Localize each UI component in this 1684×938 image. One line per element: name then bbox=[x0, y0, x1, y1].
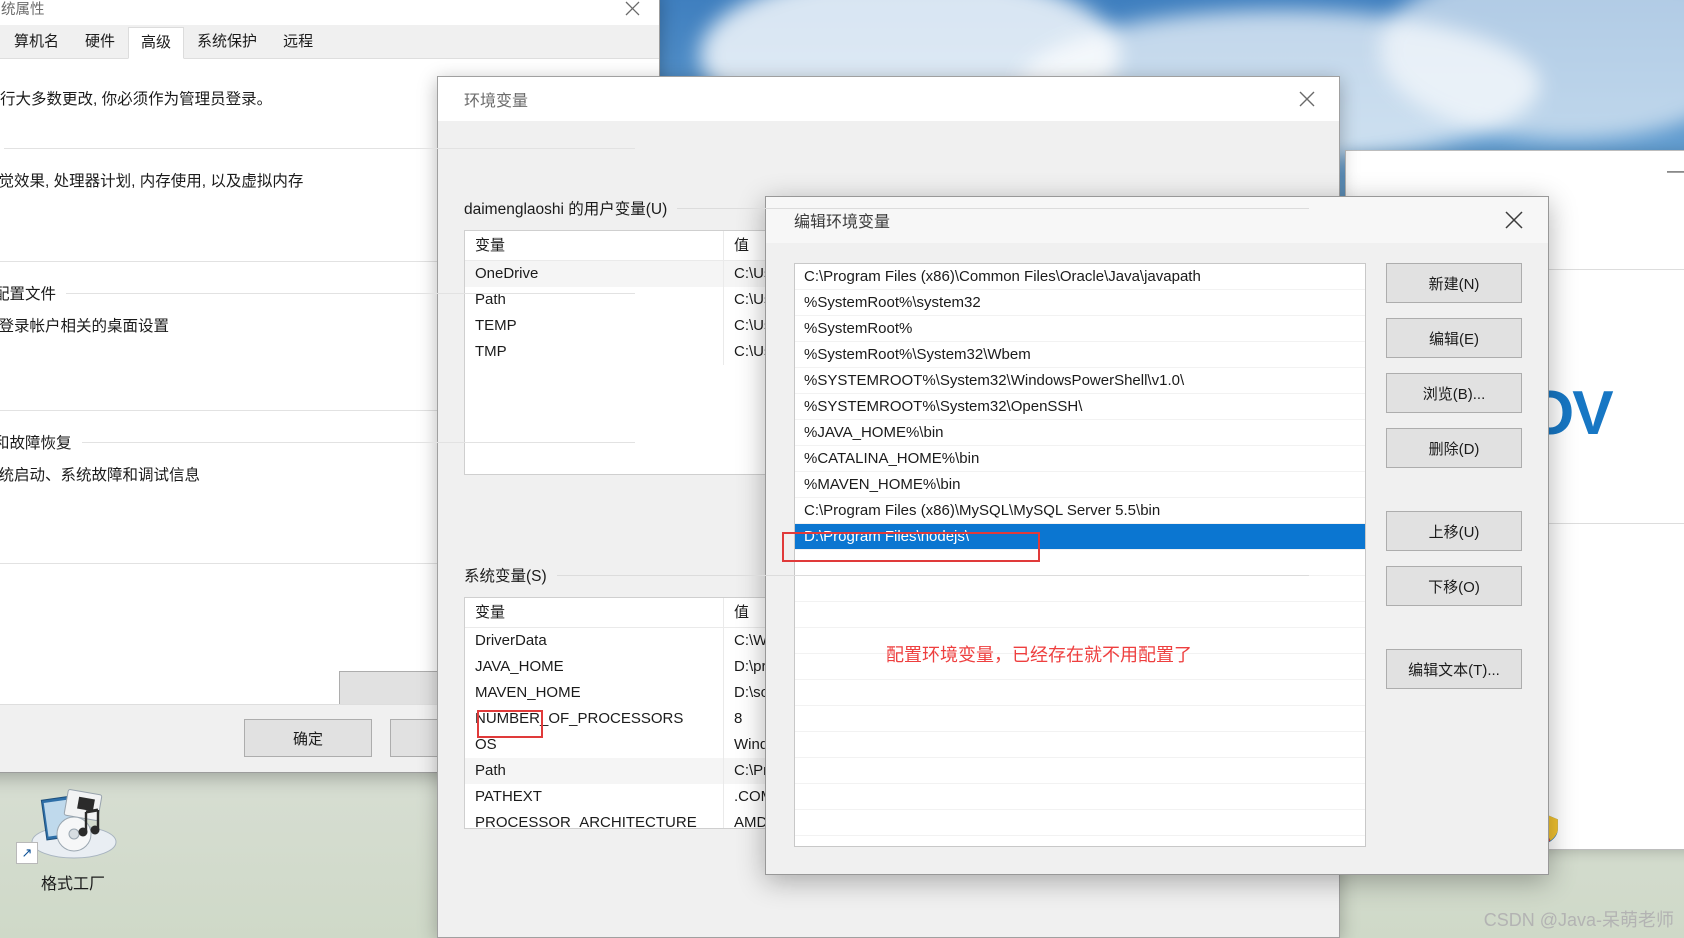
divider bbox=[464, 575, 1309, 576]
list-item-empty[interactable] bbox=[795, 576, 1365, 602]
cell-variable: MAVEN_HOME bbox=[475, 684, 581, 701]
cell-variable: PROCESSOR_ARCHITECTURE bbox=[475, 814, 697, 829]
list-item-empty[interactable] bbox=[795, 550, 1365, 576]
move-up-button[interactable]: 上移(U) bbox=[1386, 511, 1522, 551]
button-group-gap bbox=[1386, 621, 1522, 649]
group-performance-title: 性能 bbox=[0, 137, 5, 159]
list-item-empty[interactable] bbox=[795, 784, 1365, 810]
cell-variable: DriverData bbox=[475, 632, 547, 649]
list-item[interactable]: %CATALINA_HOME%\bin bbox=[795, 446, 1365, 472]
close-icon[interactable] bbox=[1281, 77, 1333, 121]
list-item-selected[interactable]: D:\Program Files\nodejs\ bbox=[795, 524, 1365, 550]
cell-variable: PATHEXT bbox=[475, 788, 542, 805]
cell-variable: JAVA_HOME bbox=[475, 658, 564, 675]
list-item[interactable]: C:\Program Files (x86)\Common Files\Orac… bbox=[795, 264, 1365, 290]
list-item-empty[interactable] bbox=[795, 680, 1365, 706]
env-titlebar: 环境变量 bbox=[438, 77, 1339, 121]
delete-button[interactable]: 删除(D) bbox=[1386, 428, 1522, 468]
list-item[interactable]: %SystemRoot%\System32\Wbem bbox=[795, 342, 1365, 368]
list-item-empty[interactable] bbox=[795, 706, 1365, 732]
cell-variable: TEMP bbox=[475, 317, 517, 334]
divider bbox=[0, 148, 635, 149]
annotation-text: 配置环境变量，已经存在就不用配置了 bbox=[886, 645, 1192, 665]
desktop-icon-label: 格式工厂 bbox=[40, 876, 105, 893]
cell-variable: OS bbox=[475, 736, 497, 753]
path-entries-list[interactable]: C:\Program Files (x86)\Common Files\Orac… bbox=[794, 263, 1366, 847]
list-item-empty[interactable] bbox=[795, 732, 1365, 758]
system-properties-tabs[interactable]: 算机名 硬件 高级 系统保护 远程 bbox=[0, 25, 659, 59]
system-variables-legend: 系统变量(S) bbox=[464, 564, 557, 586]
tab-advanced[interactable]: 高级 bbox=[128, 26, 185, 59]
user-variables-legend: daimenglaoshi 的用户变量(U) bbox=[464, 197, 678, 219]
group-user-profiles-title: 用户配置文件 bbox=[0, 282, 67, 304]
close-icon[interactable] bbox=[609, 0, 655, 25]
cell-variable: NUMBER_OF_PROCESSORS bbox=[475, 710, 684, 727]
list-item-empty[interactable] bbox=[795, 758, 1365, 784]
edit-titlebar: 编辑环境变量 bbox=[766, 197, 1548, 243]
edit-content: C:\Program Files (x86)\Common Files\Orac… bbox=[766, 243, 1548, 874]
edit-text-button[interactable]: 编辑文本(T)... bbox=[1386, 649, 1522, 689]
ok-button[interactable]: 确定 bbox=[244, 719, 372, 757]
env-window-title: 环境变量 bbox=[464, 93, 529, 110]
list-item-empty[interactable] bbox=[795, 602, 1365, 628]
new-button[interactable]: 新建(N) bbox=[1386, 263, 1522, 303]
close-icon[interactable] bbox=[1486, 197, 1542, 243]
group-startup-recovery-title: 启动和故障恢复 bbox=[0, 431, 82, 453]
cell-variable: OneDrive bbox=[475, 265, 539, 282]
minimize-icon[interactable]: — bbox=[1667, 161, 1684, 181]
divider bbox=[0, 442, 635, 443]
edit-action-buttons: 新建(N) 编辑(E) 浏览(B)... 删除(D) 上移(U) 下移(O) 编… bbox=[1386, 263, 1522, 704]
column-header-variable: 变量 bbox=[475, 603, 506, 621]
edit-environment-variable-window[interactable]: 编辑环境变量 C:\Program Files (x86)\Common Fil… bbox=[765, 196, 1549, 875]
shortcut-arrow-icon: ↗ bbox=[16, 842, 38, 864]
list-item[interactable]: %JAVA_HOME%\bin bbox=[795, 420, 1365, 446]
edit-button[interactable]: 编辑(E) bbox=[1386, 318, 1522, 358]
list-item-empty[interactable] bbox=[795, 810, 1365, 836]
browse-button[interactable]: 浏览(B)... bbox=[1386, 373, 1522, 413]
list-item[interactable]: C:\Program Files (x86)\MySQL\MySQL Serve… bbox=[795, 498, 1365, 524]
list-item[interactable]: %SystemRoot%\system32 bbox=[795, 290, 1365, 316]
list-item[interactable]: %SYSTEMROOT%\System32\OpenSSH\ bbox=[795, 394, 1365, 420]
tab-remote[interactable]: 远程 bbox=[270, 25, 327, 58]
list-item[interactable]: %MAVEN_HOME%\bin bbox=[795, 472, 1365, 498]
move-down-button[interactable]: 下移(O) bbox=[1386, 566, 1522, 606]
csdn-watermark: CSDN @Java-呆萌老师 bbox=[1483, 910, 1674, 930]
button-group-gap bbox=[1386, 483, 1522, 511]
column-header-variable: 变量 bbox=[475, 236, 506, 254]
tab-system-protection[interactable]: 系统保护 bbox=[184, 25, 271, 58]
tab-hardware[interactable]: 硬件 bbox=[72, 25, 129, 58]
system-properties-titlebar: 统属性 bbox=[0, 0, 659, 25]
edit-window-title: 编辑环境变量 bbox=[794, 214, 891, 231]
desktop-icon-format-factory[interactable]: ↗ 格式工厂 bbox=[0, 770, 146, 938]
cell-variable: TMP bbox=[475, 343, 507, 360]
list-item[interactable]: %SystemRoot% bbox=[795, 316, 1365, 342]
divider bbox=[0, 293, 635, 294]
system-properties-title: 统属性 bbox=[1, 1, 45, 18]
cell-variable: Path bbox=[475, 291, 506, 308]
list-item[interactable]: %SYSTEMROOT%\System32\WindowsPowerShell\… bbox=[795, 368, 1365, 394]
tab-computer-name[interactable]: 算机名 bbox=[1, 25, 73, 58]
cell-variable: Path bbox=[475, 762, 506, 779]
